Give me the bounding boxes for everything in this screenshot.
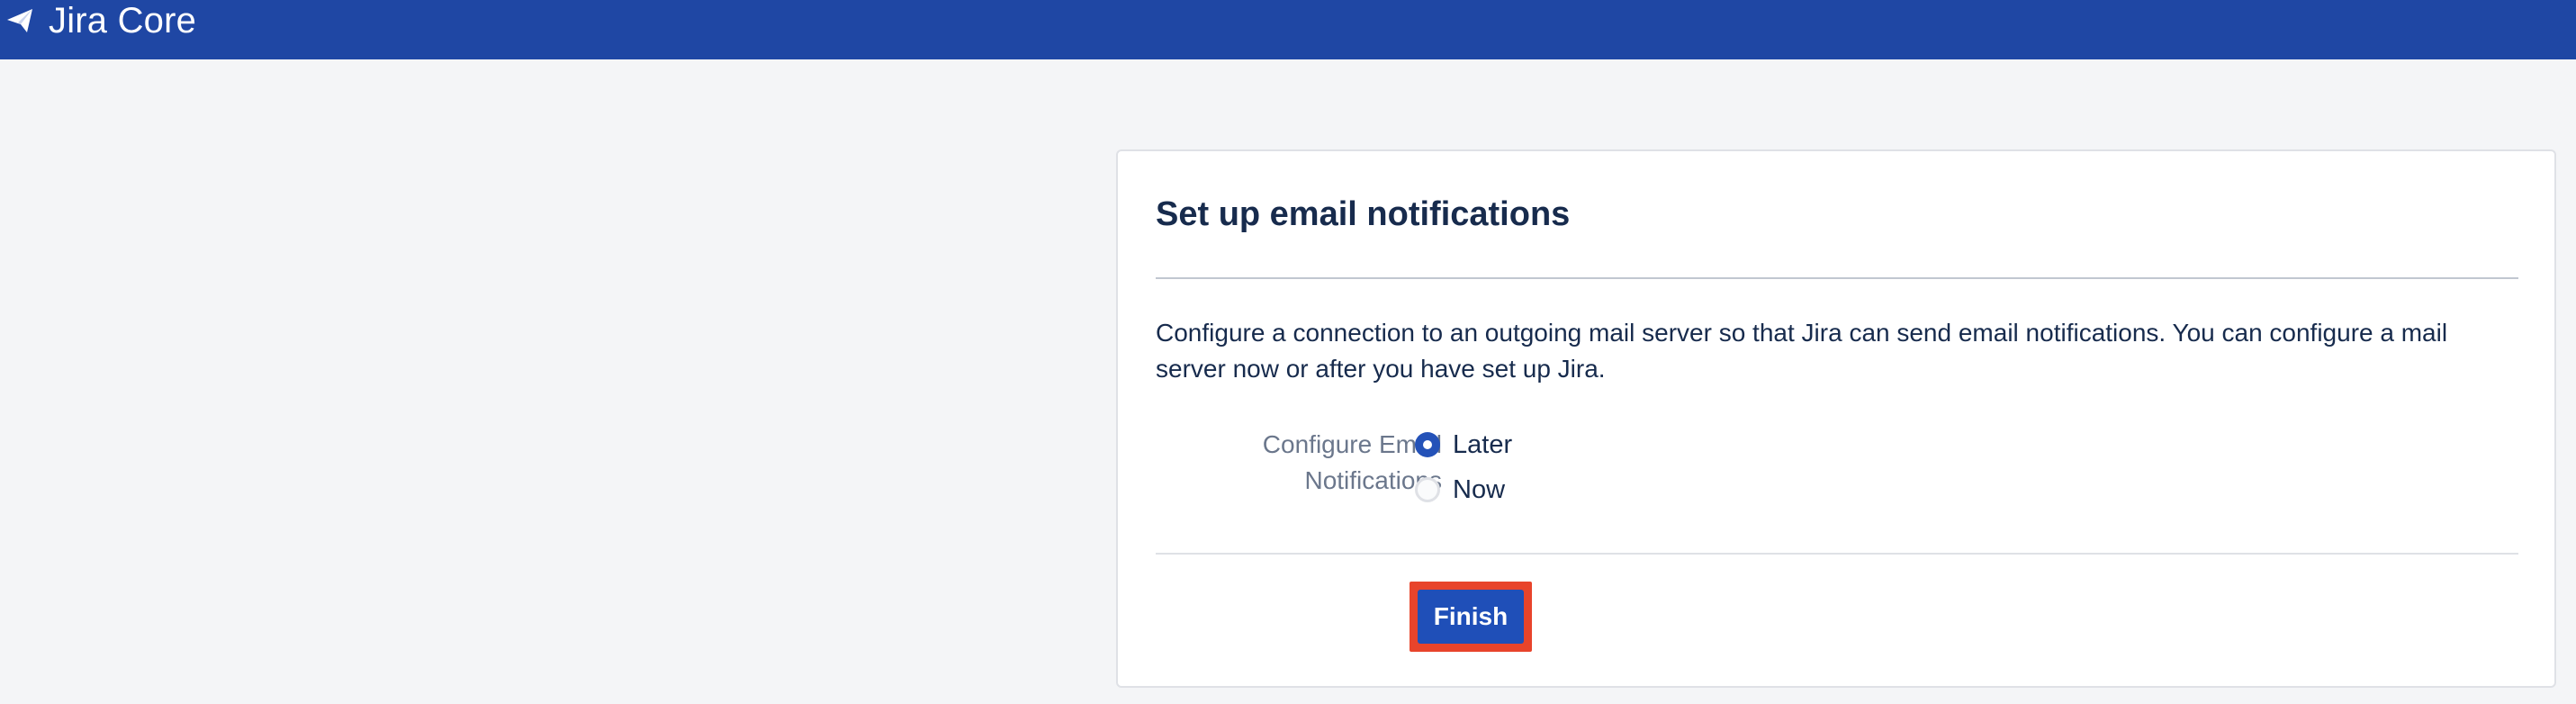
description-text: Configure a connection to an outgoing ma… xyxy=(1156,319,2448,383)
finish-button-highlight: Finish xyxy=(1410,582,1532,652)
radio-later-checked[interactable] xyxy=(1415,432,1440,457)
title-divider xyxy=(1156,277,2518,279)
product-name: Jira Core xyxy=(49,1,197,41)
jira-core-logo-icon xyxy=(7,9,32,32)
radio-option-later[interactable]: Later xyxy=(1415,427,1512,463)
actions-divider xyxy=(1156,553,2518,555)
radio-now-label: Now xyxy=(1453,475,1506,504)
radio-option-now[interactable]: Now xyxy=(1415,472,1505,508)
radio-now-unchecked[interactable] xyxy=(1415,477,1440,502)
configure-email-label: Configure Email Notifications xyxy=(1262,430,1442,494)
page-title: Set up email notifications xyxy=(1156,195,1571,233)
setup-email-card: Set up email notifications Configure a c… xyxy=(1116,149,2556,688)
finish-button[interactable]: Finish xyxy=(1418,590,1524,644)
product-brand[interactable]: Jira Core xyxy=(5,0,196,50)
top-navigation-bar: Jira Core xyxy=(0,0,2576,59)
radio-later-label: Later xyxy=(1453,430,1513,459)
